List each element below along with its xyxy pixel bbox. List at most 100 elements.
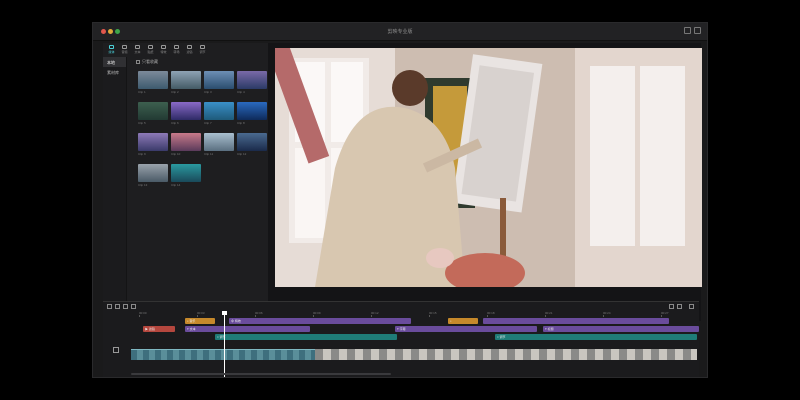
effect-clip[interactable]: ❖ 特效 [229, 318, 411, 324]
timeline-panel: 00:00 00:03 00:06 00:09 00:12 00:15 00:18 00:21… [103, 301, 699, 377]
redo-icon[interactable] [123, 304, 128, 309]
adjust-clip[interactable]: ≈ 调节 [215, 334, 397, 340]
toolbar-tab-label: 特效 [160, 50, 167, 54]
ruler-tick-mark [545, 315, 546, 317]
effect-clip-2[interactable] [483, 318, 669, 324]
text-clip[interactable]: T 文本 [185, 326, 310, 332]
preview-panel: 00:00:00 00:00:15 原始 [268, 43, 702, 321]
audio-clip[interactable]: ♪ 音乐 [185, 318, 215, 324]
media-side-nav: 本地 素材库 [103, 57, 127, 321]
thumbnail-image [138, 102, 168, 120]
thumbnail-caption: Clip 4 [237, 90, 245, 94]
media-thumbnail[interactable]: Clip 13 [138, 164, 168, 187]
select-tool-icon[interactable] [107, 304, 112, 309]
ruler-tick-label: 00:18 [487, 311, 495, 315]
thumbnail-caption: Clip 14 [171, 183, 181, 187]
media-thumbnail[interactable]: Clip 6 [171, 102, 201, 125]
filter-clip[interactable]: ▶ 滤镜 [143, 326, 175, 332]
thumbnail-image [237, 71, 267, 89]
ruler-tick-label: 00:21 [545, 311, 553, 315]
sticker-icon [148, 45, 153, 49]
thumbnail-image [204, 102, 234, 120]
media-thumbnail[interactable]: Clip 3 [204, 71, 234, 94]
media-thumbnail[interactable]: Clip 2 [171, 71, 201, 94]
media-thumbnail[interactable]: Clip 7 [204, 102, 234, 125]
playhead[interactable] [224, 311, 225, 377]
toolbar-tab-2[interactable]: 文本 [132, 45, 143, 55]
sidebar-item-library[interactable]: 素材库 [103, 67, 126, 77]
media-icon [109, 45, 114, 49]
title-clip[interactable]: T 标题 [543, 326, 699, 332]
toolbar-tab-5[interactable]: 转场 [171, 45, 182, 55]
toolbar-tab-3[interactable]: 贴纸 [145, 45, 156, 55]
player-frame[interactable] [275, 48, 702, 287]
zoom-icon[interactable] [689, 304, 694, 309]
toolbar-tab-1[interactable]: 音频 [119, 45, 130, 55]
thumbnail-image [138, 164, 168, 182]
audio-icon [122, 45, 127, 49]
layout-icon[interactable] [684, 27, 691, 34]
media-thumbnail[interactable]: Clip 8 [237, 102, 267, 125]
main-video-track-clip-2[interactable] [315, 349, 697, 360]
media-thumbnail[interactable]: Clip 5 [138, 102, 168, 125]
toolbar-tab-label: 媒体 [108, 50, 115, 54]
adjust-clip-2[interactable]: ≈ 调节 [495, 334, 697, 340]
cover-icon[interactable] [113, 347, 119, 353]
toolbar-tab-label: 调节 [199, 50, 206, 54]
thumbnail-image [171, 71, 201, 89]
thumbnail-caption: Clip 12 [237, 152, 247, 156]
audio-clip-2[interactable]: ♪ [448, 318, 478, 324]
thumbnail-caption: Clip 7 [204, 121, 212, 125]
ruler-tick-label: 00:00 [139, 311, 147, 315]
ruler-tick-mark [371, 315, 372, 317]
media-thumbnail[interactable]: Clip 1 [138, 71, 168, 94]
thumbnail-caption: Clip 1 [138, 90, 146, 94]
export-icon[interactable] [694, 27, 701, 34]
checkbox-icon[interactable] [136, 60, 140, 64]
thumbnail-caption: Clip 10 [171, 152, 181, 156]
ruler-tick-mark [255, 315, 256, 317]
app-window: 剪映专业版 媒体 音频 文本 贴纸 特效 转场 滤镜 调节 本地 素材库 只看收藏 Clip … [92, 22, 708, 378]
thumbnail-image [171, 164, 201, 182]
toolbar-tab-label: 贴纸 [147, 50, 154, 54]
ruler-tick-label: 00:09 [313, 311, 321, 315]
ruler-tick-mark [487, 315, 488, 317]
thumbnail-image [171, 133, 201, 151]
link-icon[interactable] [677, 304, 682, 309]
toolbar-tab-4[interactable]: 特效 [158, 45, 169, 55]
playhead-handle[interactable] [222, 311, 227, 315]
magnet-icon[interactable] [669, 304, 674, 309]
screenshot-stage: 剪映专业版 媒体 音频 文本 贴纸 特效 转场 滤镜 调节 本地 素材库 只看收藏 Clip … [0, 0, 800, 400]
filter-icon [187, 45, 192, 49]
media-thumbnail[interactable]: Clip 12 [237, 133, 267, 156]
timeline-scrollbar[interactable] [131, 373, 391, 375]
favorites-filter[interactable]: 只看收藏 [136, 59, 158, 65]
ruler-tick-mark [603, 315, 604, 317]
media-thumbnail[interactable]: Clip 10 [171, 133, 201, 156]
media-thumbnail[interactable]: Clip 4 [237, 71, 267, 94]
ruler-tick-label: 00:06 [255, 311, 263, 315]
timeline-toolbar [103, 302, 699, 311]
toolbar-tab-label: 转场 [173, 50, 180, 54]
undo-icon[interactable] [115, 304, 120, 309]
time-ruler[interactable]: 00:00 00:03 00:06 00:09 00:12 00:15 00:18 00:21… [131, 311, 697, 317]
thumbnail-caption: Clip 3 [204, 90, 212, 94]
ruler-tick-label: 00:27 [661, 311, 669, 315]
toolbar-tab-label: 文本 [134, 50, 141, 54]
split-icon[interactable] [131, 304, 136, 309]
ruler-tick-label: 00:24 [603, 311, 611, 315]
ruler-tick-mark [429, 315, 430, 317]
sidebar-item-local[interactable]: 本地 [103, 57, 126, 67]
media-thumbnail[interactable]: Clip 11 [204, 133, 234, 156]
thumbnail-image [237, 133, 267, 151]
text-icon [135, 45, 140, 49]
thumbnail-image [237, 102, 267, 120]
media-thumbnail[interactable]: Clip 14 [171, 164, 201, 187]
thumbnail-caption: Clip 8 [237, 121, 245, 125]
adjust-icon [200, 45, 205, 49]
toolbar-tab-0[interactable]: 媒体 [106, 45, 117, 55]
toolbar-tab-6[interactable]: 滤镜 [184, 45, 195, 55]
media-thumbnail[interactable]: Clip 9 [138, 133, 168, 156]
toolbar-tab-7[interactable]: 调节 [197, 45, 208, 55]
subtitle-clip[interactable]: T 字幕 [395, 326, 537, 332]
